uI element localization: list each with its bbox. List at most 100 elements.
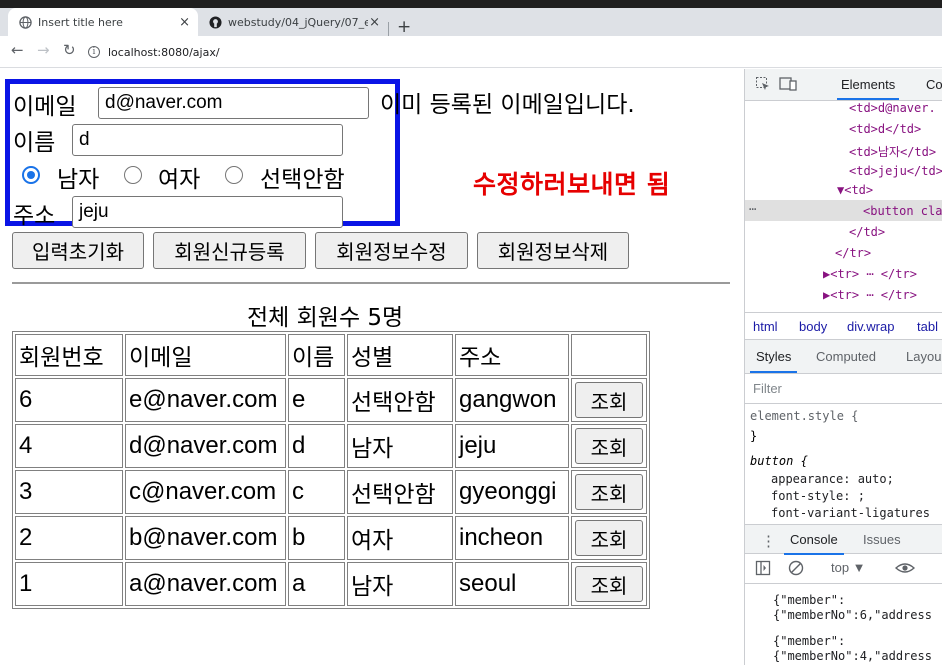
dom-line[interactable]: ▶<tr> ⋯ </tr> [823, 267, 917, 281]
tab-computed[interactable]: Computed [816, 349, 876, 364]
live-expression-eye-icon[interactable] [894, 560, 916, 579]
gender-radio-female[interactable] [124, 166, 142, 184]
css-selector: element.style { [750, 409, 859, 423]
cell-member-no: 1 [15, 562, 123, 606]
update-button[interactable]: 회원정보수정 [315, 232, 468, 269]
gender-option-label: 남자 [57, 167, 100, 193]
cell-address: jeju [455, 424, 569, 468]
cell-email: e@naver.com [125, 378, 286, 422]
dom-line[interactable]: <td>d@naver. [849, 101, 936, 115]
register-button[interactable]: 회원신규등록 [153, 232, 306, 269]
site-info-icon[interactable]: i [88, 46, 100, 58]
sidebar-toggle-icon[interactable] [755, 560, 771, 579]
dom-line[interactable]: ▶<tr> ⋯ </tr> [823, 288, 917, 302]
view-button[interactable]: 조회 [575, 428, 643, 464]
cell-email: a@naver.com [125, 562, 286, 606]
tab-issues[interactable]: Issues [863, 532, 901, 547]
tab-title: Insert title here [38, 15, 123, 29]
css-property[interactable]: font-style: ; [771, 489, 865, 503]
close-tab-icon[interactable]: × [369, 15, 380, 30]
clear-console-icon[interactable] [788, 560, 804, 579]
console-context-select[interactable]: top ▼ [831, 560, 866, 575]
tab-insert-title[interactable]: Insert title here × [8, 8, 198, 36]
back-arrow-icon[interactable]: ← [11, 43, 24, 58]
cell-member-no: 4 [15, 424, 123, 468]
handwritten-note: 수정하러보내면 됨 [473, 170, 671, 199]
gender-option-label: 여자 [158, 167, 201, 193]
dom-line[interactable]: <td>d</td> [849, 122, 921, 136]
cell-gender: 선택안함 [347, 378, 453, 422]
console-toolbar: top ▼ [745, 554, 942, 584]
view-button[interactable]: 조회 [575, 566, 643, 602]
cell-action: 조회 [571, 470, 647, 514]
gender-option-label: 선택안함 [260, 167, 345, 193]
breadcrumb-item[interactable]: tabl [917, 319, 938, 334]
gender-radio-none[interactable] [225, 166, 243, 184]
cell-action: 조회 [571, 378, 647, 422]
name-label: 이름 [13, 130, 56, 156]
breadcrumb-item[interactable]: html [753, 319, 778, 334]
view-button[interactable]: 조회 [575, 382, 643, 418]
cell-name: c [288, 470, 345, 514]
address-input[interactable]: jeju [72, 196, 343, 228]
cell-name: d [288, 424, 345, 468]
breadcrumb-item[interactable]: div.wrap [847, 319, 894, 334]
reset-button[interactable]: 입력초기화 [12, 232, 144, 269]
console-log-line: {"member": [773, 593, 846, 607]
dom-line[interactable]: <button cla [863, 204, 942, 218]
reload-icon[interactable]: ↻ [63, 43, 76, 58]
device-toolbar-icon[interactable] [779, 76, 797, 95]
email-duplicate-message: 이미 등록된 이메일입니다. [380, 92, 635, 118]
tab-title: webstudy/04_jQuery/07_event.h [228, 15, 368, 29]
cell-name: e [288, 378, 345, 422]
devtools-breadcrumb: html body div.wrap tabl [745, 312, 942, 340]
devtools-tab-elements[interactable]: Elements [836, 77, 900, 100]
css-property[interactable]: font-variant-ligatures [771, 506, 930, 520]
console-log-line: {"member": [773, 634, 846, 648]
dom-line[interactable]: <td>남자</td> [849, 143, 936, 160]
globe-icon [18, 15, 32, 29]
dom-line[interactable]: </tr> [835, 246, 871, 260]
name-input[interactable]: d [72, 124, 343, 156]
breadcrumb-item[interactable]: body [799, 319, 827, 334]
dom-line[interactable]: <td>jeju</td> [849, 164, 942, 178]
drawer-tabs: ⋮ Console Issues [745, 524, 942, 555]
cell-member-no: 3 [15, 470, 123, 514]
table-row: 3 c@naver.com c 선택안함 gyeonggi 조회 [15, 470, 647, 514]
email-input[interactable]: d@naver.com [98, 87, 369, 119]
inspect-element-icon[interactable] [755, 76, 771, 95]
url-field[interactable]: i localhost:8080/ajax/ [88, 42, 220, 62]
dom-line[interactable]: </td> [849, 225, 885, 239]
tab-layout[interactable]: Layou [906, 349, 941, 364]
styles-filter-input[interactable]: Filter [745, 374, 942, 404]
cell-member-no: 2 [15, 516, 123, 560]
dom-line[interactable]: ▼<td> [837, 183, 873, 197]
tab-console[interactable]: Console [784, 532, 844, 555]
tab-styles[interactable]: Styles [749, 349, 798, 373]
forward-arrow-icon[interactable]: → [37, 43, 50, 58]
delete-button[interactable]: 회원정보삭제 [477, 232, 629, 269]
view-button[interactable]: 조회 [575, 520, 643, 556]
cell-action: 조회 [571, 424, 647, 468]
cell-member-no: 6 [15, 378, 123, 422]
header-member-no: 회원번호 [15, 334, 123, 376]
view-button[interactable]: 조회 [575, 474, 643, 510]
header-action [571, 334, 647, 376]
tab-webstudy[interactable]: webstudy/04_jQuery/07_event.h × [198, 8, 388, 36]
address-bar: ← → ↻ i localhost:8080/ajax/ [0, 36, 942, 68]
new-tab-icon[interactable]: + [397, 19, 411, 36]
cell-address: incheon [455, 516, 569, 560]
close-tab-icon[interactable]: × [179, 15, 190, 30]
gender-radio-male[interactable] [22, 166, 40, 184]
devtools-tab-console[interactable]: Co [926, 77, 942, 92]
css-property[interactable]: appearance: auto; [771, 472, 894, 486]
cell-address: gangwon [455, 378, 569, 422]
selected-dots: ⋯ [749, 202, 757, 216]
devtools-panel: Elements Co <td>d@naver. <td>d</td> <td>… [744, 69, 942, 665]
cell-action: 조회 [571, 562, 647, 606]
drawer-menu-icon[interactable]: ⋮ [761, 532, 776, 550]
header-address: 주소 [455, 334, 569, 376]
url-text: localhost:8080/ajax/ [108, 45, 220, 59]
cell-address: gyeonggi [455, 470, 569, 514]
cell-address: seoul [455, 562, 569, 606]
